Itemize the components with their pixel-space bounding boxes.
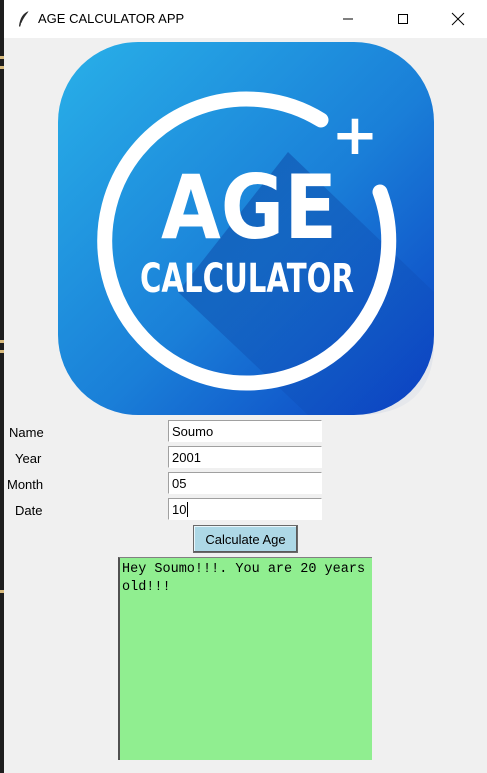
date-input-value: 10 xyxy=(172,501,187,517)
year-label: Year xyxy=(15,451,42,466)
year-input[interactable]: 2001 xyxy=(168,446,322,468)
name-label: Name xyxy=(9,425,44,440)
month-input[interactable]: 05 xyxy=(168,472,322,494)
maximize-button[interactable] xyxy=(380,0,426,38)
month-label: Month xyxy=(7,477,44,492)
app-logo: + AGE CALCULATOR xyxy=(58,42,434,415)
minimize-button[interactable] xyxy=(325,0,371,38)
month-input-value: 05 xyxy=(172,475,187,491)
feather-icon xyxy=(19,10,30,27)
app-window: AGE CALCULATOR APP + AGE CALCULATOR Name… xyxy=(0,0,487,773)
maximize-icon xyxy=(398,14,408,24)
logo-text-calculator: CALCULATOR xyxy=(140,256,354,302)
date-input[interactable]: 10 xyxy=(168,498,322,520)
text-caret xyxy=(187,501,189,517)
logo-plus: + xyxy=(332,103,379,168)
calculate-age-button[interactable]: Calculate Age xyxy=(193,525,298,553)
date-label: Date xyxy=(15,503,43,518)
result-textbox[interactable]: Hey Soumo!!!. You are 20 years old!!! xyxy=(118,557,372,760)
background-editor-strip xyxy=(0,0,4,773)
logo-text-age: AGE xyxy=(161,156,337,259)
window-title: AGE CALCULATOR APP xyxy=(38,11,185,26)
close-icon xyxy=(451,12,465,26)
calculate-age-label: Calculate Age xyxy=(205,531,286,547)
name-input-value: Soumo xyxy=(172,423,214,439)
minimize-icon xyxy=(343,18,353,20)
title-bar: AGE CALCULATOR APP xyxy=(4,0,487,39)
close-button[interactable] xyxy=(435,0,481,38)
year-input-value: 2001 xyxy=(172,449,201,465)
name-input[interactable]: Soumo xyxy=(168,420,322,442)
